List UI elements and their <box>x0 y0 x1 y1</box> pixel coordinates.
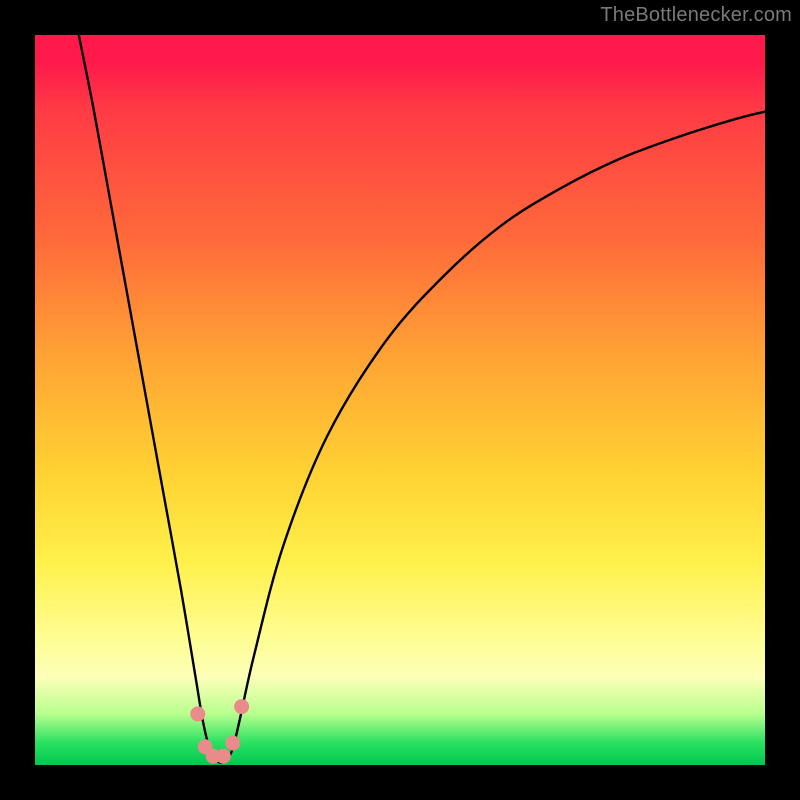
highlight-dots <box>190 699 249 764</box>
curve-layer <box>35 35 765 765</box>
highlight-dot <box>225 736 240 751</box>
plot-area <box>35 35 765 765</box>
highlight-dot <box>216 749 231 764</box>
chart-frame: TheBottlenecker.com <box>0 0 800 800</box>
bottleneck-curve <box>79 35 765 763</box>
attribution-text: TheBottlenecker.com <box>600 4 792 27</box>
highlight-dot <box>190 706 205 721</box>
highlight-dot <box>234 699 249 714</box>
